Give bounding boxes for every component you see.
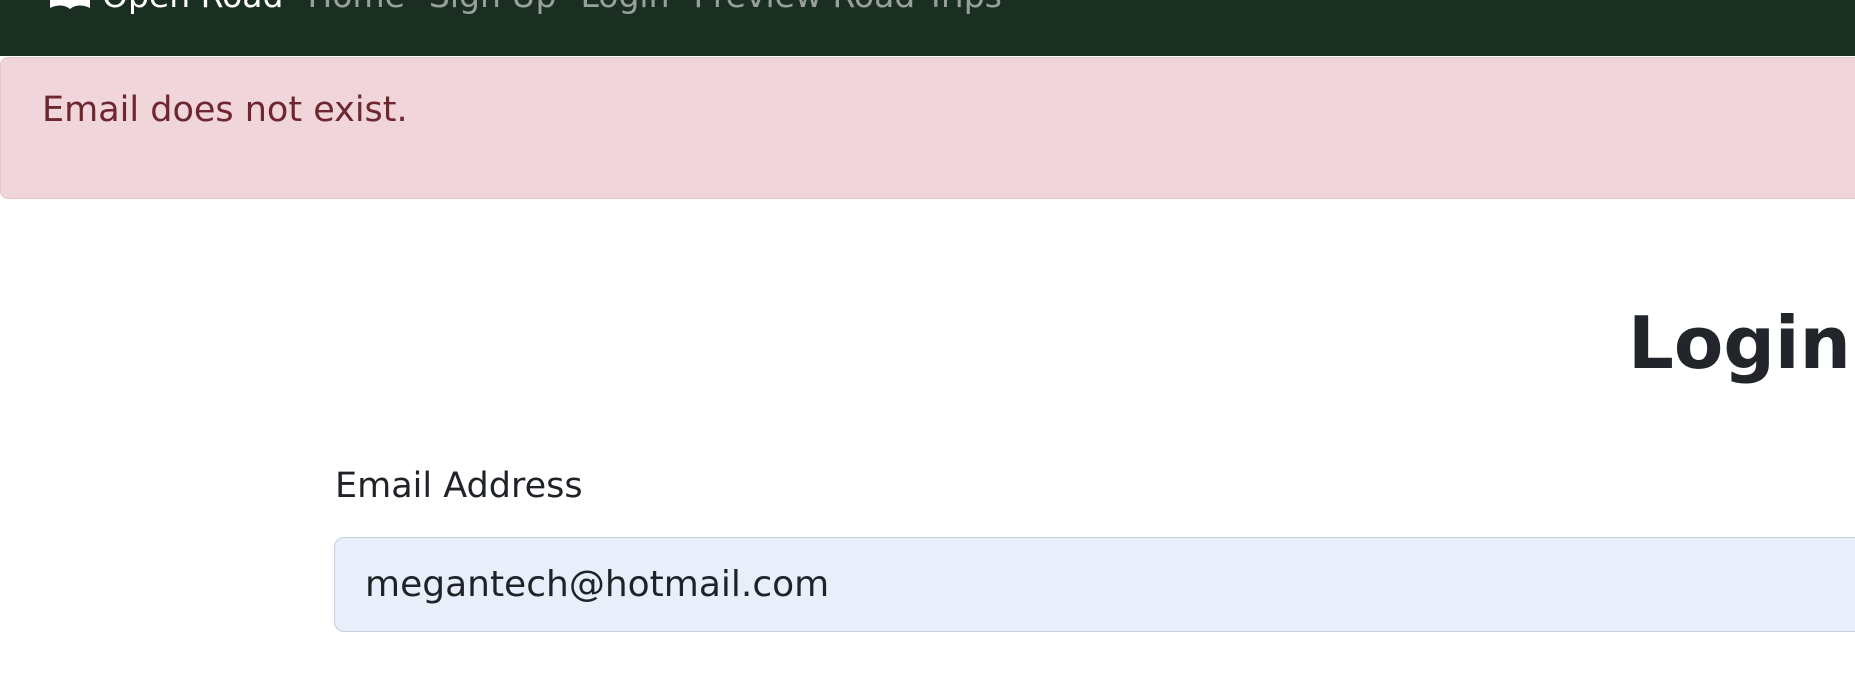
brand-link[interactable]: Open Road	[48, 0, 283, 12]
navbar-content: Open Road Home Sign Up Login Preview Roa…	[48, 0, 1002, 12]
email-label: Email Address	[335, 466, 583, 506]
email-input[interactable]	[334, 537, 1855, 632]
page-title: Login	[1628, 301, 1851, 385]
navbar: Open Road Home Sign Up Login Preview Roa…	[0, 0, 1855, 56]
nav-link-preview-road-trips[interactable]: Preview Road Trips	[694, 0, 1002, 12]
error-alert-message: Email does not exist.	[42, 90, 408, 130]
nav-link-login[interactable]: Login	[580, 0, 669, 12]
open-book-icon	[50, 0, 90, 9]
nav-link-sign-up[interactable]: Sign Up	[429, 0, 557, 12]
nav-link-home[interactable]: Home	[307, 0, 404, 12]
brand-name: Open Road	[102, 0, 283, 12]
